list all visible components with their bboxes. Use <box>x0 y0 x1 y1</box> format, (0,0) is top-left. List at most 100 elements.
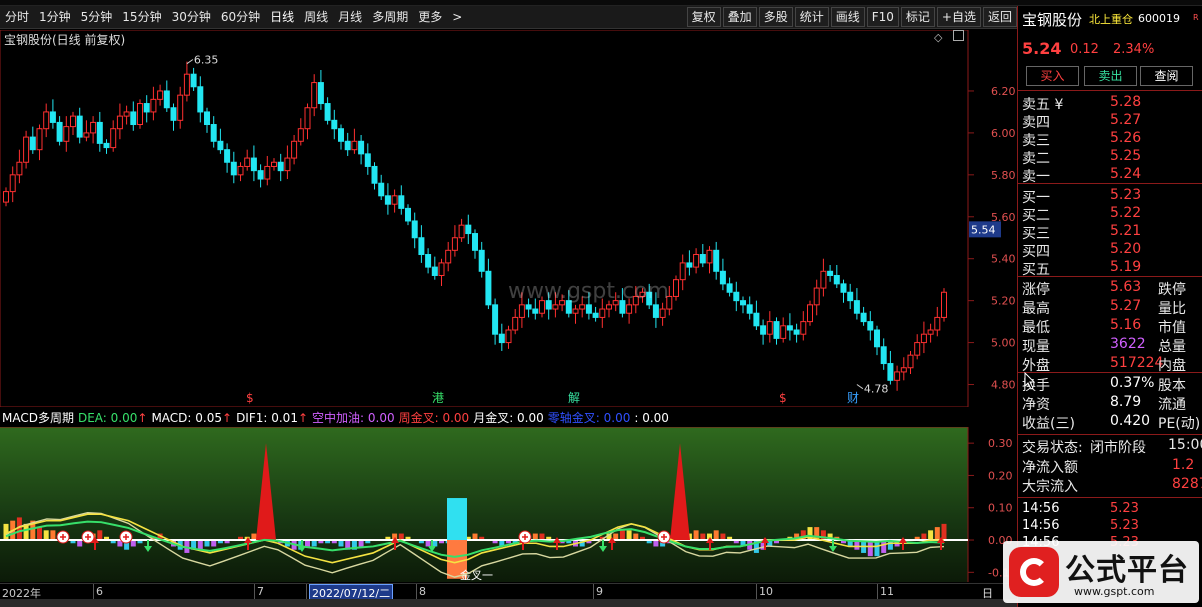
candle-body <box>351 140 358 151</box>
buy-label: 买二 <box>1022 208 1050 224</box>
candle-body <box>572 308 579 314</box>
candle-body <box>398 195 405 209</box>
sell-button[interactable]: 卖出 <box>1084 66 1137 86</box>
candle-body <box>23 136 30 163</box>
sell-row: 卖一 5.24 <box>1022 166 1202 185</box>
diamond-icon[interactable]: ◇ <box>934 31 942 44</box>
period-tab[interactable]: 5分钟 <box>76 6 118 29</box>
date-label: 7 <box>257 585 264 598</box>
tool-button[interactable]: 叠加 <box>722 7 757 27</box>
candle-body <box>29 136 36 151</box>
candle-body <box>740 300 746 306</box>
candle-body <box>70 115 76 128</box>
candle-body <box>378 182 385 197</box>
period-tab[interactable]: 1分钟 <box>34 6 76 29</box>
candle-body <box>746 304 753 314</box>
candle-body <box>43 111 50 130</box>
stat-label: 现量 <box>1022 339 1050 355</box>
indicator-value: MACD: 0.05 <box>151 411 222 425</box>
candle-body <box>277 161 284 172</box>
stock-name: 宝钢股份 <box>1022 11 1083 29</box>
tool-button[interactable]: 多股 <box>758 7 793 27</box>
stat-value: 3622 <box>1110 336 1146 352</box>
tool-button[interactable]: 返回 <box>982 7 1017 27</box>
event-marker: 解 <box>568 391 580 405</box>
candle-body <box>418 237 425 256</box>
period-tab[interactable]: 60分钟 <box>216 6 265 29</box>
sell-label: 卖二 <box>1022 151 1050 167</box>
macd-bar <box>197 540 203 550</box>
buy-value: 5.21 <box>1110 223 1142 239</box>
candle-body <box>244 157 251 167</box>
candle-body <box>760 325 767 335</box>
period-tab[interactable]: 15分钟 <box>117 6 166 29</box>
period-tab[interactable]: 多周期 <box>367 6 413 29</box>
candlestick-chart[interactable]: 6.20 6.00 5.80 5.60 5.40 5.20 5.00 4.80 5.54 6.35… <box>0 29 1017 408</box>
candle-body <box>733 291 740 302</box>
candle-body <box>384 195 391 205</box>
candle-body <box>706 249 713 264</box>
tick-time: 14:56 <box>1022 518 1060 533</box>
candle-body <box>773 321 780 339</box>
candle-body <box>217 140 224 151</box>
candle-body <box>237 165 244 176</box>
maximize-icon[interactable] <box>953 30 964 41</box>
trading-status: 交易状态: 闭市阶段 15:00 <box>1022 437 1202 456</box>
date-tick <box>306 584 307 599</box>
period-tab[interactable]: 30分钟 <box>167 6 216 29</box>
indicator-value: 周金叉: 0.00 <box>398 411 470 425</box>
candle-body <box>425 254 432 268</box>
buy-row: 买三 5.21 <box>1022 223 1202 242</box>
macd-indicator-chart[interactable]: 0.300.200.100.00-0.10金叉一 <box>0 426 1017 582</box>
candle-body <box>271 161 277 167</box>
indicator-header: MACD多周期 DEA: 0.00↑ MACD: 0.05↑ DIF1: 0.01↑… <box>0 409 968 426</box>
tool-button[interactable]: 复权 <box>686 7 721 27</box>
current-price-label: 5.54 <box>971 223 996 236</box>
candle-body <box>827 270 834 276</box>
candle-body <box>505 329 512 344</box>
quote-panel: 宝钢股份 北上重仓 600019 R 5.24 0.12 2.34% 买入 卖出… <box>1017 6 1202 607</box>
candle-body <box>371 165 378 184</box>
tool-button[interactable]: 统计 <box>794 7 829 27</box>
price-change: 0.12 <box>1070 42 1099 57</box>
inquire-button[interactable]: 查阅 <box>1140 66 1193 86</box>
buy-button[interactable]: 买入 <box>1026 66 1079 86</box>
candle-body <box>485 270 492 306</box>
date-axis: 2022年 6 7 2022/07/12/二 8 9 10 11 日 <box>0 583 1017 602</box>
indicator-name[interactable]: MACD多周期 <box>2 409 74 426</box>
horizontal-scrollbar[interactable] <box>0 599 1017 607</box>
date-tick <box>877 584 878 599</box>
candle-body <box>478 249 485 272</box>
divider <box>1018 90 1202 91</box>
candle-body <box>183 73 190 96</box>
candle-body <box>9 174 16 193</box>
tool-button[interactable]: +自选 <box>936 7 981 27</box>
candle-body <box>793 329 800 335</box>
macd-bar <box>50 530 56 541</box>
period-tab[interactable]: 周线 <box>299 6 333 29</box>
candle-body <box>934 316 941 331</box>
sell-label: 卖五 ¥ <box>1022 97 1064 113</box>
candle-body <box>56 121 63 142</box>
candle-body <box>927 329 934 335</box>
period-tab[interactable]: 月线 <box>333 6 367 29</box>
candle-body <box>163 90 170 109</box>
indicator-values: DEA: 0.00↑ MACD: 0.05↑ DIF1: 0.01↑ 空中加油: 0.… <box>78 409 673 426</box>
stat-row: 现量 3622 总量 <box>1022 336 1202 355</box>
fin-label: 净资 <box>1022 397 1050 413</box>
divider <box>1018 183 1202 184</box>
stat-row: 涨停 5.63 跌停 <box>1022 279 1202 298</box>
flow-row: 大宗流入 8287 <box>1022 476 1202 495</box>
arrow-up-icon: ↑ <box>137 411 148 425</box>
tool-button[interactable]: F10 <box>866 7 899 27</box>
period-tab[interactable]: 日线 <box>265 6 299 29</box>
period-tab[interactable]: 更多 <box>413 6 447 29</box>
period-tab[interactable]: 分时 <box>0 6 34 29</box>
candle-body <box>123 111 130 117</box>
tool-button[interactable]: 标记 <box>900 7 935 27</box>
tool-button[interactable]: 画线 <box>830 7 865 27</box>
stat-label2: 总量 <box>1158 339 1186 355</box>
candle-body <box>304 107 311 130</box>
price-axis-label: 5.40 <box>991 253 1016 266</box>
candle-body <box>652 304 659 318</box>
